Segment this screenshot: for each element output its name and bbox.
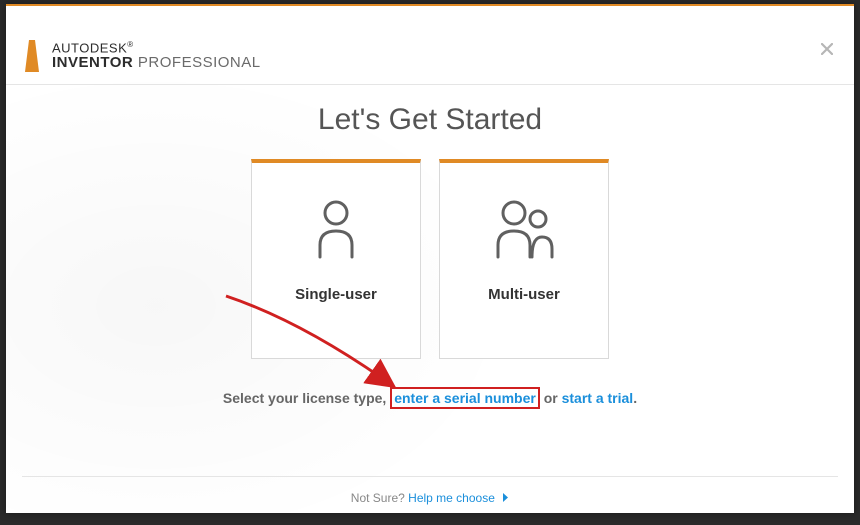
close-icon	[821, 43, 833, 55]
close-button[interactable]	[818, 40, 836, 58]
help-me-choose-link[interactable]: Help me choose	[408, 491, 495, 505]
single-user-icon	[314, 197, 358, 261]
chevron-right-icon	[502, 491, 509, 505]
brand-edition: PROFESSIONAL	[138, 54, 261, 71]
prompt-line: Select your license type, enter a serial…	[6, 387, 854, 409]
single-user-card[interactable]: Single-user	[251, 159, 421, 359]
enter-serial-link[interactable]: enter a serial number	[390, 387, 540, 409]
brand-trademark: ®	[127, 40, 133, 49]
dialog-window: AUTODESK® INVENTOR PROFESSIONAL Let's Ge…	[6, 4, 854, 513]
multi-user-icon	[490, 197, 558, 261]
single-user-label: Single-user	[295, 286, 377, 358]
product-logo: AUTODESK® INVENTOR PROFESSIONAL	[22, 38, 261, 74]
prompt-lead: Select your license type	[223, 390, 383, 406]
footer: Not Sure? Help me choose	[22, 476, 838, 505]
footer-not-sure: Not Sure?	[351, 491, 405, 505]
start-trial-link[interactable]: start a trial	[562, 390, 634, 406]
prompt-comma: ,	[382, 390, 390, 406]
license-cards: Single-user Multi-user	[6, 159, 854, 359]
main-content: Let's Get Started Single-user	[6, 85, 854, 409]
autodesk-logo-icon	[22, 38, 42, 74]
brand-product: INVENTOR	[52, 54, 133, 71]
multi-user-card[interactable]: Multi-user	[439, 159, 609, 359]
prompt-dot: .	[633, 390, 637, 406]
page-title: Let's Get Started	[6, 103, 854, 137]
product-name: AUTODESK® INVENTOR PROFESSIONAL	[52, 41, 261, 71]
multi-user-label: Multi-user	[488, 286, 560, 358]
prompt-or: or	[540, 390, 562, 406]
header: AUTODESK® INVENTOR PROFESSIONAL	[6, 6, 854, 85]
